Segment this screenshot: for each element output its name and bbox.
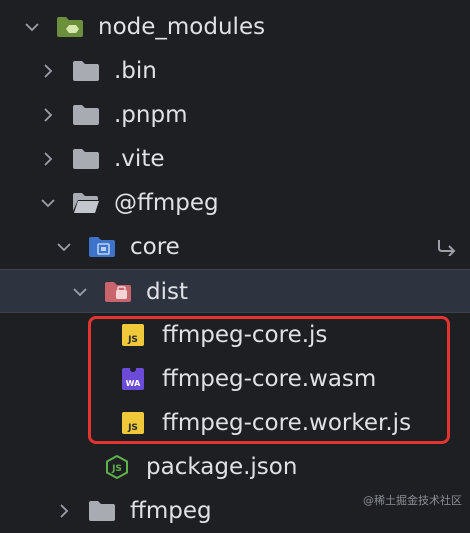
- tree-item-label: ffmpeg: [130, 498, 212, 524]
- folder-icon: [72, 104, 99, 126]
- project-file-tree: node_modules .bin .pnpm .vite @ffmpeg co…: [0, 0, 470, 524]
- tree-row-dist[interactable]: dist: [0, 269, 470, 313]
- tree-row-vite[interactable]: .vite: [0, 137, 470, 181]
- tree-row-node-modules[interactable]: node_modules: [0, 5, 470, 49]
- chevron-right-icon[interactable]: [56, 503, 72, 519]
- tree-row-package-json[interactable]: JS package.json: [0, 445, 470, 489]
- tree-item-label: .vite: [114, 146, 165, 172]
- folder-blue-icon: [88, 236, 115, 258]
- tree-item-label: package.json: [146, 454, 298, 480]
- folder-open-icon: [72, 192, 99, 214]
- tree-item-label: node_modules: [98, 14, 266, 40]
- chevron-down-icon[interactable]: [24, 19, 40, 35]
- jump-to-source-icon[interactable]: [436, 238, 458, 257]
- folder-icon: [88, 500, 115, 522]
- watermark: @稀土掘金技术社区: [363, 494, 462, 507]
- tree-row-pnpm[interactable]: .pnpm: [0, 93, 470, 137]
- tree-item-label: @ffmpeg: [114, 190, 219, 216]
- svg-text:JS: JS: [111, 464, 122, 474]
- tree-row-bin[interactable]: .bin: [0, 49, 470, 93]
- tree-row-ffmpeg-scope[interactable]: @ffmpeg: [0, 181, 470, 225]
- chevron-down-icon[interactable]: [40, 195, 56, 211]
- chevron-right-icon[interactable]: [40, 63, 56, 79]
- folder-pink-icon: [104, 281, 131, 303]
- tree-item-label: dist: [146, 279, 188, 305]
- highlight-box: [88, 316, 450, 444]
- tree-row-core[interactable]: core: [0, 225, 470, 269]
- tree-item-label: .pnpm: [114, 102, 188, 128]
- folder-icon: [72, 60, 99, 82]
- chevron-down-icon[interactable]: [56, 239, 72, 255]
- chevron-right-icon[interactable]: [40, 151, 56, 167]
- folder-icon: [72, 148, 99, 170]
- nodejs-icon: JS: [106, 454, 128, 480]
- chevron-right-icon[interactable]: [40, 107, 56, 123]
- tree-item-label: .bin: [114, 58, 157, 84]
- folder-green-icon: [56, 16, 83, 38]
- tree-item-label: core: [130, 234, 180, 260]
- chevron-down-icon[interactable]: [72, 284, 88, 300]
